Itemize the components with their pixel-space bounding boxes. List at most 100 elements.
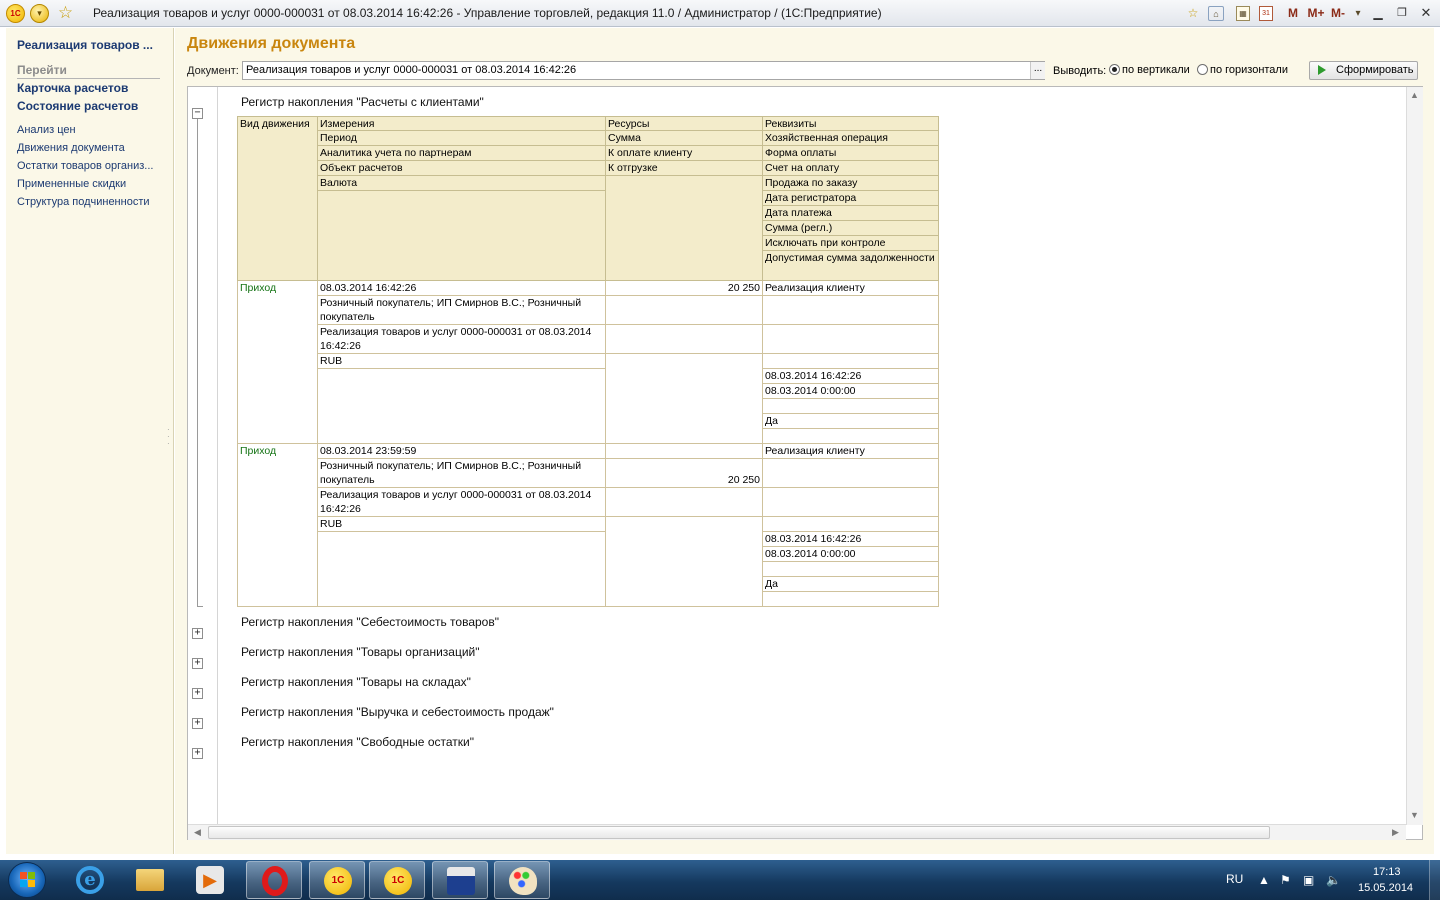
- taskbar-app-1c-configurator[interactable]: 1С: [309, 861, 365, 899]
- volume-icon[interactable]: 🔈: [1326, 873, 1341, 887]
- taskbar-app-media-player[interactable]: ▶: [182, 861, 238, 899]
- record-exclude: Да: [763, 414, 939, 429]
- scroll-up-icon[interactable]: ▲: [1407, 88, 1422, 103]
- radio-horizontal-indicator[interactable]: [1197, 64, 1208, 75]
- header-property-field: Дата платежа: [763, 206, 939, 221]
- keyboard-language[interactable]: RU: [1226, 872, 1243, 886]
- show-desktop-button[interactable]: [1429, 860, 1440, 900]
- taskbar-app-save[interactable]: [432, 861, 488, 899]
- close-icon[interactable]: ✕: [1416, 4, 1436, 22]
- taskbar-app-opera[interactable]: [246, 861, 302, 899]
- action-center-flag-icon[interactable]: ⚑: [1280, 873, 1291, 887]
- start-button[interactable]: [8, 862, 46, 898]
- main-menu-icon[interactable]: ▾: [30, 4, 49, 23]
- expand-group-toggle[interactable]: +: [192, 628, 203, 639]
- group-outline-line: [197, 116, 203, 607]
- minimize-icon[interactable]: ▁: [1368, 4, 1388, 22]
- memory-plus-button[interactable]: M+: [1306, 4, 1326, 23]
- record-to-pay: [606, 296, 763, 325]
- horizontal-scrollbar[interactable]: ◀ ▶: [188, 824, 1406, 840]
- 1c-configurator-icon: 1С: [324, 867, 352, 895]
- record-amount: [606, 444, 763, 459]
- header-dimension-field: Валюта: [318, 176, 606, 191]
- calculator-icon[interactable]: ▦: [1236, 6, 1250, 21]
- nav-link-document-movements[interactable]: Движения документа: [17, 142, 125, 154]
- horizontal-scroll-thumb[interactable]: [208, 826, 1270, 839]
- nav-link-settlement-card[interactable]: Карточка расчетов: [17, 81, 128, 95]
- taskbar-app-paint[interactable]: [494, 861, 550, 899]
- record-invoice: [763, 325, 939, 354]
- report-area[interactable]: − + + + + + Регистр накопления "Расчеты …: [187, 86, 1423, 840]
- clock-time[interactable]: 17:13: [1373, 866, 1401, 878]
- record-period: 08.03.2014 23:59:59: [318, 444, 606, 459]
- record-operation: Реализация клиенту: [763, 281, 939, 296]
- panel-splitter[interactable]: · · ·: [167, 426, 171, 452]
- form-caption[interactable]: Реализация товаров ...: [17, 38, 153, 52]
- tray-expand-icon[interactable]: ▲: [1258, 873, 1270, 887]
- clock-date[interactable]: 15.05.2014: [1358, 882, 1413, 894]
- header-properties: Реквизиты: [763, 116, 939, 131]
- expand-group-toggle[interactable]: +: [192, 688, 203, 699]
- nav-link-stock-balances[interactable]: Остатки товаров организ...: [17, 160, 153, 172]
- record-exclude: Да: [763, 577, 939, 592]
- network-icon[interactable]: ▣: [1303, 873, 1314, 887]
- expand-group-toggle[interactable]: +: [192, 748, 203, 759]
- nav-link-subordination-structure[interactable]: Структура подчиненности: [17, 196, 150, 208]
- 1c-logo-icon[interactable]: 1С: [6, 4, 25, 23]
- document-field[interactable]: Реализация товаров и услуг 0000-000031 о…: [242, 61, 1045, 80]
- memory-m-button[interactable]: M: [1286, 4, 1300, 23]
- opera-icon: [262, 866, 288, 896]
- paint-icon: [509, 867, 537, 895]
- record-partner: Розничный покупатель; ИП Смирнов В.С.; Р…: [318, 459, 606, 488]
- collapse-group-toggle[interactable]: −: [192, 108, 203, 119]
- header-resource-field: К отгрузке: [606, 161, 763, 176]
- history-icon[interactable]: ⌂: [1208, 6, 1224, 21]
- record-object: Реализация товаров и услуг 0000-000031 о…: [318, 488, 606, 517]
- register-title: Регистр накопления "Товары организаций": [241, 645, 480, 659]
- add-favorite-icon[interactable]: ☆: [1184, 4, 1202, 23]
- scroll-left-icon[interactable]: ◀: [190, 825, 205, 840]
- header-property-field: Дата регистратора: [763, 191, 939, 206]
- scroll-down-icon[interactable]: ▼: [1407, 808, 1422, 823]
- navigation-panel: Реализация товаров ... Перейти Карточка …: [6, 28, 174, 854]
- header-property-field: Исключать при контроле: [763, 236, 939, 251]
- header-property-field: Форма оплаты: [763, 146, 939, 161]
- calendar-icon[interactable]: 31: [1259, 6, 1273, 21]
- record-amount-regl: [763, 399, 939, 414]
- record-dim-fill: [318, 532, 606, 607]
- taskbar-app-internet-explorer[interactable]: e: [62, 861, 118, 899]
- radio-vertical-indicator[interactable]: [1109, 64, 1120, 75]
- register-title: Регистр накопления "Расчеты с клиентами": [241, 95, 484, 109]
- restore-icon[interactable]: ❐: [1392, 4, 1412, 22]
- record-by-order: [763, 354, 939, 369]
- nav-link-price-analysis[interactable]: Анализ цен: [17, 124, 76, 136]
- record-to-ship: [606, 325, 763, 354]
- record-allowed-debt: [763, 592, 939, 607]
- memory-minus-button[interactable]: M-: [1329, 4, 1347, 23]
- record-to-ship: [606, 488, 763, 517]
- save-disk-icon: [447, 867, 475, 895]
- record-by-order: [763, 517, 939, 532]
- header-resources: Ресурсы: [606, 116, 763, 131]
- nav-link-settlement-state[interactable]: Состояние расчетов: [17, 99, 138, 113]
- internet-explorer-icon: e: [76, 866, 104, 894]
- file-manager-icon: [136, 869, 164, 891]
- scroll-right-icon[interactable]: ▶: [1388, 825, 1403, 840]
- radio-vertical[interactable]: по вертикали: [1109, 64, 1190, 78]
- play-icon: [1318, 65, 1326, 75]
- header-resource-field: К оплате клиенту: [606, 146, 763, 161]
- taskbar-app-file-manager[interactable]: [122, 861, 178, 899]
- windows-logo-icon: [20, 872, 36, 888]
- expand-group-toggle[interactable]: +: [192, 658, 203, 669]
- taskbar-app-1c-enterprise[interactable]: 1С: [369, 861, 425, 899]
- 1c-enterprise-icon: 1С: [384, 867, 412, 895]
- radio-horizontal[interactable]: по горизонтали: [1197, 64, 1288, 78]
- nav-link-applied-discounts[interactable]: Примененные скидки: [17, 178, 126, 190]
- vertical-scrollbar[interactable]: ▲ ▼: [1406, 87, 1423, 825]
- window-title: Реализация товаров и услуг 0000-000031 о…: [93, 6, 882, 20]
- expand-group-toggle[interactable]: +: [192, 718, 203, 729]
- chevron-down-icon[interactable]: ▾: [1352, 4, 1364, 23]
- document-select-button[interactable]: ...: [1030, 62, 1045, 79]
- generate-report-button[interactable]: Сформировать: [1309, 61, 1418, 80]
- favorites-star-icon[interactable]: ☆: [56, 4, 75, 23]
